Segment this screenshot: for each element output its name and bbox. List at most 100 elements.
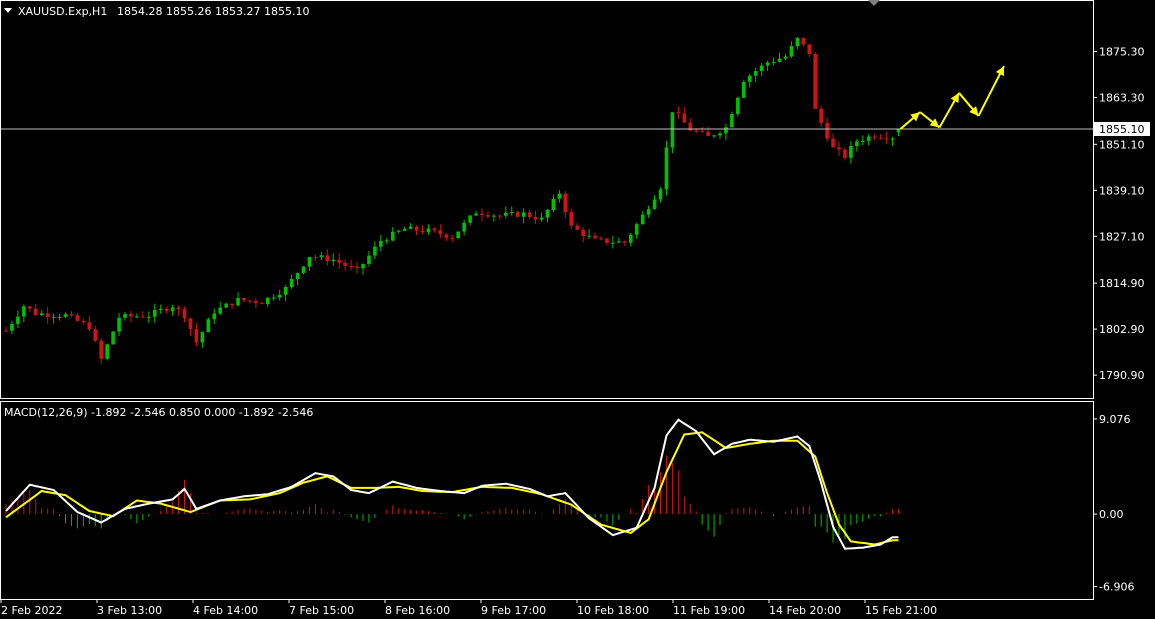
candle-body: [545, 209, 550, 218]
candle-body: [343, 262, 347, 266]
candle-body: [355, 266, 359, 269]
candle-body: [515, 211, 520, 217]
candle-body: [373, 246, 377, 256]
candle-body: [486, 215, 490, 217]
candle-body: [51, 316, 56, 318]
time-tick-label: 4 Feb 14:00: [193, 604, 258, 617]
candle-body: [533, 217, 538, 220]
candle-body: [337, 259, 341, 263]
candle-body: [254, 301, 258, 304]
candle-body: [599, 238, 603, 240]
candle-body: [783, 56, 788, 59]
candle-body: [313, 257, 318, 259]
candle-body: [75, 315, 80, 321]
candle-body: [634, 224, 639, 235]
price-tick-label: 1863.30: [1099, 92, 1145, 105]
candle-body: [569, 212, 574, 226]
candle-body: [843, 149, 847, 158]
candle-body: [861, 140, 865, 142]
time-tick-label: 3 Feb 13:00: [97, 604, 162, 617]
candle-body: [831, 138, 835, 148]
candle-body: [492, 215, 496, 217]
candle-body: [646, 209, 651, 215]
candle-body: [10, 323, 14, 331]
candle-body: [248, 300, 252, 302]
time-tick-label: 2 Feb 2022: [1, 604, 62, 617]
candle-body: [182, 309, 187, 319]
candle-body: [147, 316, 151, 318]
panel-borders: [0, 0, 1094, 600]
candle-body: [402, 228, 407, 231]
candle-body: [426, 228, 431, 233]
candle-body: [837, 147, 841, 150]
chart-canvas: XAUUSD.Exp,H1 1854.28 1855.26 1853.27 18…: [0, 0, 1150, 617]
price-tick-label: 1790.90: [1099, 369, 1145, 382]
candle-body: [795, 37, 800, 47]
candle-body: [379, 240, 383, 247]
price-tick-label: 1814.90: [1099, 277, 1145, 290]
candle-body: [158, 309, 163, 311]
candle-body: [200, 332, 205, 343]
candle-body: [849, 146, 853, 158]
shift-marker-icon[interactable]: [868, 0, 880, 6]
symbol-label: XAUUSD.Exp,H1: [18, 5, 107, 18]
candle-body: [807, 44, 812, 54]
time-tick-label: 8 Feb 16:00: [385, 604, 450, 617]
candle-body: [581, 229, 585, 237]
candle-body: [456, 231, 460, 239]
candle-body: [551, 198, 556, 210]
candle-body: [498, 215, 502, 217]
candle-body: [414, 226, 419, 231]
candle-body: [129, 314, 133, 317]
dropdown-triangle-icon[interactable]: [4, 8, 12, 13]
candle-body: [462, 222, 466, 232]
candle-body: [176, 307, 181, 310]
candle-body: [105, 344, 109, 359]
candle-body: [759, 65, 764, 72]
time-tick-label: 15 Feb 21:00: [865, 604, 937, 617]
candle-body: [385, 240, 389, 242]
candle-body: [301, 266, 306, 274]
time-axis: 2 Feb 2022 3 Feb 13:00 4 Feb 14:00 7 Feb 15…: [0, 599, 937, 617]
candle-body: [28, 306, 32, 309]
candle-body: [557, 193, 562, 199]
candle-body: [658, 189, 663, 200]
candle-body: [4, 330, 8, 332]
candle-body: [593, 235, 597, 239]
price-panel-border: [0, 0, 1094, 399]
candle-body: [367, 255, 371, 264]
candle-body: [855, 141, 859, 147]
candle-body: [266, 297, 270, 305]
candle-body: [22, 306, 26, 317]
candle-body: [872, 136, 877, 138]
candle-body: [866, 136, 871, 141]
time-tick-label: 14 Feb 20:00: [769, 604, 841, 617]
candle-body: [765, 62, 770, 66]
candle-body: [587, 235, 591, 237]
candle-body: [152, 310, 157, 317]
candle-body: [170, 307, 175, 312]
candle-body: [682, 113, 687, 123]
candle-body: [771, 61, 776, 63]
candle-body: [224, 303, 228, 308]
candle-body: [194, 329, 199, 343]
candle-body: [319, 255, 324, 258]
candle-body: [99, 340, 103, 359]
candle-body: [652, 199, 657, 210]
candle-body: [480, 213, 484, 216]
candle-body: [611, 242, 615, 244]
candle-body: [730, 113, 734, 128]
candle-body: [789, 46, 794, 57]
candle-body: [295, 273, 300, 279]
candle-body: [468, 215, 472, 223]
candle-body: [396, 230, 401, 232]
candlesticks: [4, 37, 901, 365]
macd-tick-label: -6.906: [1099, 581, 1134, 594]
candle-body: [575, 225, 579, 230]
macd-histogram: [5, 455, 899, 543]
candle-body: [390, 231, 395, 241]
candle-body: [420, 230, 425, 233]
time-tick-label: 11 Feb 19:00: [673, 604, 745, 617]
candle-body: [39, 313, 44, 316]
candle-body: [509, 211, 514, 213]
